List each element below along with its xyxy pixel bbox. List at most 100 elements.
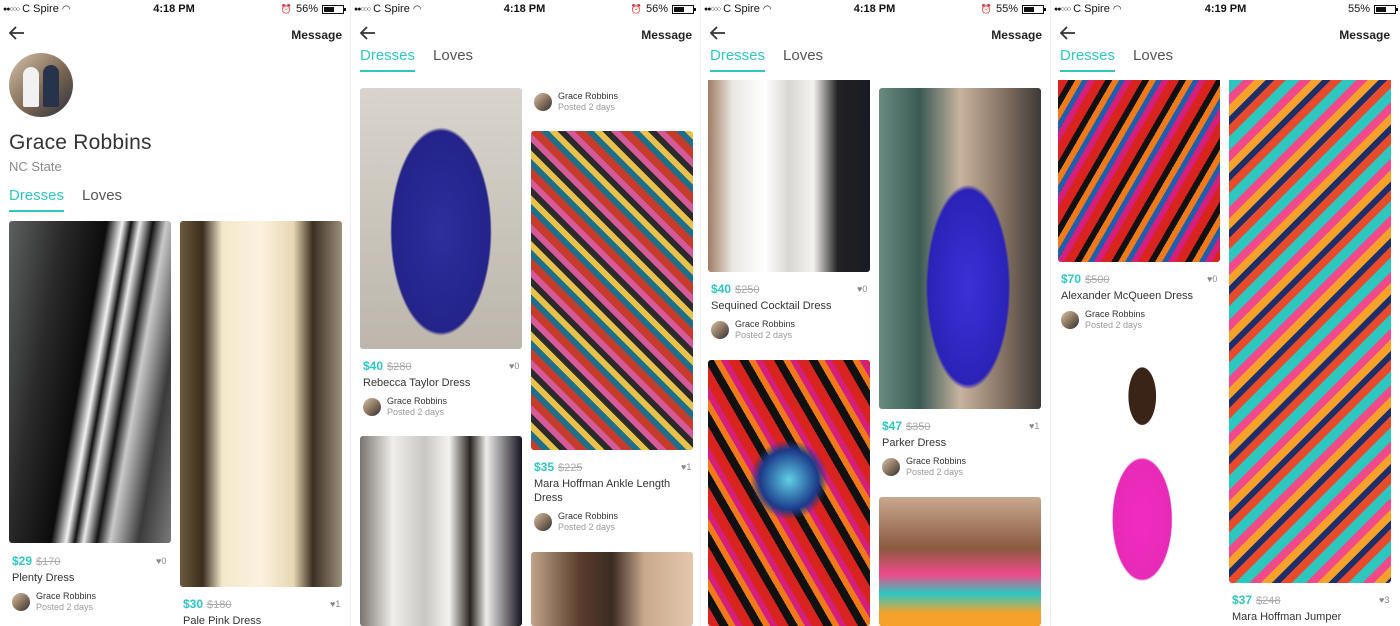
status-bar: ●●○○○ C Spire ◠ 4:18 PM ⏰ 56% [0,0,348,18]
listing-price: $35 $225 [534,460,583,474]
profile-name: Grace Robbins [9,131,152,154]
listing-image-blue-dress[interactable] [531,552,693,626]
alarm-icon: ⏰ [980,3,992,14]
tab-loves[interactable]: Loves [1133,47,1173,72]
like-count: 1 [335,599,341,609]
heart-icon[interactable]: ♥0 [156,556,166,566]
listing-title[interactable]: Pale Pink Dress [183,614,341,626]
heart-icon[interactable]: ♥1 [681,462,691,472]
seller-info[interactable]: Grace Robbins Posted 2 days [12,591,96,613]
seller-name: Grace Robbins [906,456,967,466]
listing-image-mcqueen-print-dress[interactable] [708,360,870,626]
battery-icon [1022,4,1046,14]
seller-info[interactable]: Grace Robbins Posted 2 days [534,511,618,533]
listing-image-alexander-mcqueen-dress[interactable] [1058,80,1220,262]
profile-avatar [9,53,73,117]
like-count: 1 [686,462,692,472]
tab-dresses[interactable]: Dresses [360,47,416,72]
tab-bar: Dresses Loves [1060,47,1173,72]
listing-image-pale-pink-dress[interactable] [180,221,342,587]
battery-percent: 56% [295,3,318,15]
posted-time: Posted 2 days [1085,320,1143,330]
listing-image-rebecca-taylor-dress[interactable] [360,88,522,349]
seller-info[interactable]: Grace Robbins Posted 2 days [534,91,618,113]
listing-price: $29 $170 [12,554,61,568]
listing-image-sequined-cocktail-dress[interactable] [708,80,870,272]
message-button[interactable]: Message [1339,28,1390,42]
heart-icon[interactable]: ♥0 [857,284,867,294]
tab-dresses[interactable]: Dresses [710,47,766,72]
screen-dresses-feed-scrolled-more: ●●○○○ C Spire ◠ 4:19 PM 55% Message Dresse… [1050,0,1400,626]
like-count: 3 [1384,595,1390,605]
seller-name: Grace Robbins [36,591,97,601]
listing-title[interactable]: Sequined Cocktail Dress [711,299,869,313]
listing-price: $47 $350 [882,419,931,433]
posted-time: Posted 2 days [387,407,445,417]
listing-title[interactable]: Mara Hoffman Jumper [1232,610,1390,624]
heart-icon[interactable]: ♥1 [330,599,340,609]
screen-profile: ●●○○○ C Spire ◠ 4:18 PM ⏰ 56% Message Grace… [0,0,348,626]
like-count: 0 [1212,274,1218,284]
back-arrow-icon[interactable] [8,24,26,42]
seller-avatar [363,398,381,416]
status-bar: ●●○○○ C Spire ◠ 4:18 PM ⏰ 55% [701,0,1048,18]
battery-icon [322,4,346,14]
tab-bar: Dresses Loves [9,187,122,212]
seller-avatar [882,458,900,476]
alarm-icon: ⏰ [630,3,642,14]
message-button[interactable]: Message [991,28,1042,42]
listing-image-plenty-dress[interactable] [9,221,171,543]
listing-title[interactable]: Parker Dress [882,436,1040,450]
like-count: 1 [1034,421,1040,431]
profile-school: NC State [9,159,62,174]
posted-time: Posted 2 days [735,330,793,340]
message-button[interactable]: Message [291,28,342,42]
seller-avatar [12,593,30,611]
listing-title[interactable]: Mara Hoffman Ankle Length Dress [534,477,692,505]
heart-icon[interactable]: ♥0 [1207,274,1217,284]
listing-image-colorful-print-dress[interactable] [879,497,1041,626]
seller-info[interactable]: Grace Robbins Posted 2 days [711,319,795,341]
seller-name: Grace Robbins [1085,309,1146,319]
seller-info[interactable]: Grace Robbins Posted 2 days [882,456,966,478]
heart-icon[interactable]: ♥1 [1029,421,1039,431]
seller-avatar [534,93,552,111]
listing-price: $40 $280 [363,359,412,373]
posted-time: Posted 2 days [558,522,616,532]
posted-time: Posted 2 days [558,102,616,112]
battery-percent: 55% [1347,3,1370,15]
like-count: 0 [161,556,167,566]
seller-info[interactable]: Grace Robbins Posted 2 days [363,396,447,418]
like-count: 0 [862,284,868,294]
listing-title[interactable]: Plenty Dress [12,571,170,585]
back-arrow-icon[interactable] [359,24,377,42]
seller-info[interactable]: Grace Robbins Posted 2 days [1061,309,1145,331]
seller-name: Grace Robbins [387,396,448,406]
listing-price: $37 $248 [1232,593,1281,607]
posted-time: Posted 2 days [906,467,964,477]
tab-loves[interactable]: Loves [433,47,473,72]
listing-title[interactable]: Rebecca Taylor Dress [363,376,521,390]
listing-image-mara-hoffman-ankle-dress[interactable] [531,131,693,450]
heart-icon[interactable]: ♥0 [509,361,519,371]
seller-avatar [711,321,729,339]
battery-percent: 56% [645,3,668,15]
heart-icon[interactable]: ♥3 [1379,595,1389,605]
listing-price: $40 $250 [711,282,760,296]
listing-image-pink-strapless-dress[interactable] [1058,349,1220,611]
back-arrow-icon[interactable] [1059,24,1077,42]
status-bar: ●●○○○ C Spire ◠ 4:18 PM ⏰ 56% [351,0,698,18]
message-button[interactable]: Message [641,28,692,42]
status-bar: ●●○○○ C Spire ◠ 4:19 PM 55% [1051,0,1400,18]
listing-image-white-print-dress[interactable] [360,436,522,626]
tab-dresses[interactable]: Dresses [1060,47,1116,72]
posted-time: Posted 2 days [36,602,94,612]
tab-loves[interactable]: Loves [82,187,122,212]
listing-image-mara-hoffman-jumper[interactable] [1229,80,1391,583]
screen-dresses-feed: ●●○○○ C Spire ◠ 4:18 PM ⏰ 56% Message Dress… [350,0,698,626]
listing-title[interactable]: Alexander McQueen Dress [1061,289,1219,303]
tab-dresses[interactable]: Dresses [9,187,65,212]
tab-loves[interactable]: Loves [783,47,823,72]
back-arrow-icon[interactable] [709,24,727,42]
listing-image-parker-dress[interactable] [879,88,1041,409]
